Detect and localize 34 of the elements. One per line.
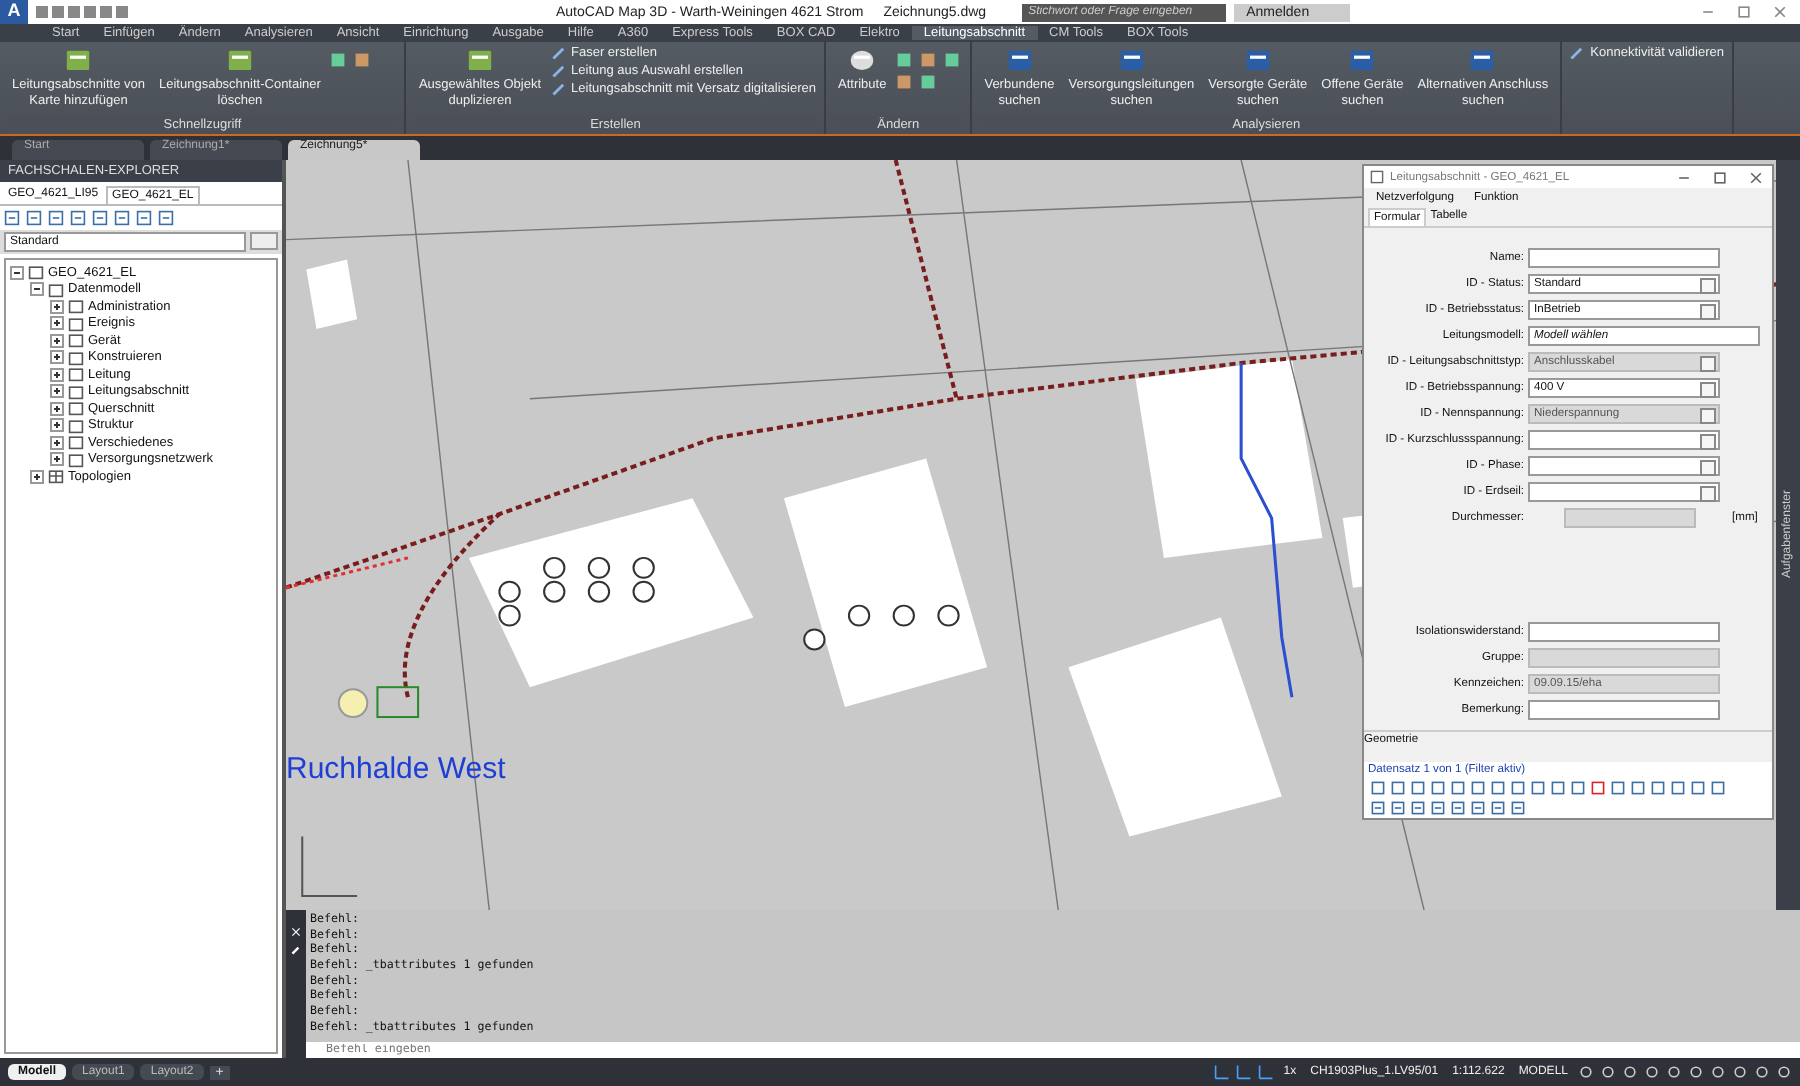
dropdown-field[interactable]	[1528, 455, 1720, 475]
close-icon[interactable]	[1748, 169, 1764, 185]
tool-icon[interactable]	[48, 210, 64, 226]
dropdown-field[interactable]	[1528, 429, 1720, 449]
expander-icon[interactable]	[50, 333, 64, 348]
expander-icon[interactable]	[50, 418, 64, 433]
expander-icon[interactable]	[50, 316, 64, 331]
map-label: Ruchhalde West	[286, 752, 506, 786]
expander-icon[interactable]	[50, 299, 64, 314]
wrench-icon[interactable]	[290, 944, 302, 956]
expander-icon[interactable]	[50, 435, 64, 450]
expander-icon[interactable]	[50, 401, 64, 416]
expander-icon[interactable]	[50, 367, 64, 382]
tool-icon[interactable]	[4, 210, 20, 226]
tool-icon	[1570, 46, 1585, 60]
tool-icon[interactable]	[114, 210, 130, 226]
maximize-icon[interactable]	[1712, 169, 1728, 185]
expander-icon[interactable]	[50, 350, 64, 365]
expander-icon[interactable]	[30, 282, 44, 297]
tool-icon[interactable]	[70, 210, 86, 226]
expander-icon[interactable]	[50, 452, 64, 467]
tool-icon[interactable]	[136, 210, 152, 226]
app-logo-icon[interactable]: A	[0, 0, 28, 24]
tool-icon[interactable]	[26, 210, 42, 226]
input-field[interactable]	[1528, 699, 1720, 719]
expander-icon[interactable]	[10, 265, 24, 280]
expander-icon[interactable]	[30, 469, 44, 484]
tool-icon[interactable]	[92, 210, 108, 226]
input-field[interactable]	[1528, 621, 1720, 641]
maximize-icon[interactable]	[1736, 4, 1752, 20]
dropdown-field[interactable]	[1528, 481, 1720, 501]
tool-icon[interactable]	[158, 210, 174, 226]
expander-icon[interactable]	[50, 384, 64, 399]
input-field[interactable]	[1528, 247, 1720, 267]
